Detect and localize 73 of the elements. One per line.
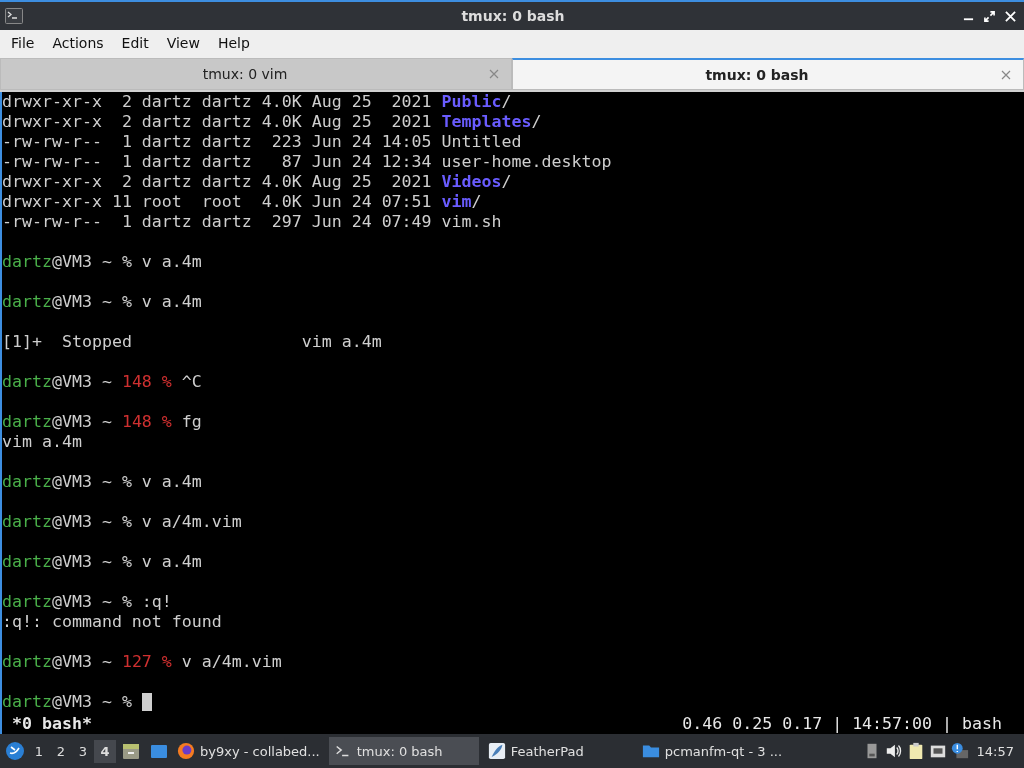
- menu-item[interactable]: Edit: [112, 35, 158, 51]
- terminal-text: @VM3 ~ % v a.4m: [51, 292, 202, 312]
- directory-name: vim: [441, 192, 472, 212]
- tab[interactable]: tmux: 0 vim: [0, 58, 512, 90]
- terminal-text: @VM3 ~: [51, 372, 113, 392]
- terminal-text: /: [501, 92, 512, 112]
- terminal-text: ^C: [180, 372, 202, 392]
- prompt-user: dartz: [2, 372, 52, 392]
- menu-item[interactable]: View: [157, 35, 209, 51]
- window-title: tmux: 0 bash: [460, 8, 566, 24]
- terminal-text: vim a.4m: [2, 432, 82, 452]
- prompt-user: dartz: [2, 652, 52, 672]
- exit-code: 127 %: [121, 652, 172, 672]
- menu-item[interactable]: Actions: [43, 35, 113, 51]
- directory-name: Templates: [441, 112, 532, 132]
- terminal-text: /: [501, 172, 512, 192]
- browser-icon: [177, 742, 195, 760]
- taskbar-button[interactable]: tmux: 0 bash: [328, 737, 479, 765]
- directory-name: Public: [441, 92, 502, 112]
- prompt-user: dartz: [2, 592, 52, 612]
- taskbar-button[interactable]: pcmanfm-qt - 3 ...: [636, 737, 788, 765]
- file-cabinet-icon[interactable]: [121, 741, 141, 761]
- terminal-icon: [5, 8, 23, 24]
- terminal-text: @VM3 ~: [51, 412, 113, 432]
- prompt-user: dartz: [2, 512, 52, 532]
- taskbar-button[interactable]: FeatherPad: [482, 737, 633, 765]
- feather-icon: [487, 742, 506, 760]
- tab[interactable]: tmux: 0 bash: [512, 58, 1024, 90]
- terminal-text: /: [531, 112, 542, 132]
- exit-code: 148 %: [121, 412, 172, 432]
- terminal-text: -rw-rw-r-- 1 dartz dartz 223 Jun 24 14:05 Untitled: [2, 132, 522, 152]
- terminal-text: @VM3 ~ % :q!: [51, 592, 172, 612]
- workspace-button[interactable]: 4: [94, 739, 116, 763]
- exit-code: 148 %: [121, 372, 172, 392]
- directory-name: Videos: [441, 172, 502, 192]
- terminal-text: drwxr-xr-x 2 dartz dartz 4.0K Aug 25 2021: [2, 112, 433, 132]
- terminal-text: -rw-rw-r-- 1 dartz dartz 87 Jun 24 12:34 user-home.desktop: [2, 152, 612, 172]
- start-menu-icon[interactable]: [5, 741, 25, 761]
- terminal-text: -rw-rw-r-- 1 dartz dartz 297 Jun 24 07:49 vim.sh: [2, 212, 502, 232]
- tmux-window: *0 bash*: [12, 714, 92, 734]
- prompt-user: dartz: [2, 292, 52, 312]
- notification-icon[interactable]: [950, 742, 969, 760]
- prompt-user: dartz: [2, 692, 52, 712]
- terminal-text: [1]+ Stopped vim a.4m: [2, 332, 382, 352]
- terminal-text: @VM3 ~ %: [51, 692, 133, 712]
- terminal-text: @VM3 ~ % v a.4m: [51, 252, 202, 272]
- terminal-text: /: [471, 192, 482, 212]
- workspace-button[interactable]: 1: [28, 739, 50, 763]
- taskbar-button[interactable]: by9xy - collabed...: [172, 737, 325, 765]
- menu-item[interactable]: File: [2, 35, 44, 51]
- terminal-text: fg: [180, 412, 202, 432]
- clock[interactable]: 14:57: [976, 743, 1014, 759]
- terminal-text: drwxr-xr-x 2 dartz dartz 4.0K Aug 25 2021: [2, 172, 433, 192]
- prompt-user: dartz: [2, 252, 52, 272]
- terminal-text: drwxr-xr-x 11 root root 4.0K Jun 24 07:51: [2, 192, 433, 212]
- maximize-icon[interactable]: [984, 10, 995, 22]
- tmux-status-info: 0.46 0.25 0.17 | 14:57:00 | bash: [682, 714, 1002, 734]
- terminal-text: @VM3 ~ % v a/4m.vim: [51, 512, 242, 532]
- terminal-text: drwxr-xr-x 2 dartz dartz 4.0K Aug 25 2021: [2, 92, 433, 112]
- prompt-user: dartz: [2, 472, 52, 492]
- terminal-text: @VM3 ~ % v a.4m: [51, 552, 202, 572]
- close-icon[interactable]: [1005, 10, 1016, 22]
- terminal-text: v a/4m.vim: [180, 652, 282, 672]
- menu-item[interactable]: Help: [208, 35, 259, 51]
- close-tab-icon[interactable]: [1001, 69, 1011, 80]
- workspace-button[interactable]: 2: [50, 739, 72, 763]
- workspace-button[interactable]: 3: [72, 739, 94, 763]
- terminal-text: :q!: command not found: [2, 612, 222, 632]
- prompt-user: dartz: [2, 552, 52, 572]
- terminal-text: @VM3 ~ % v a.4m: [51, 472, 202, 492]
- prompt-user: dartz: [2, 412, 52, 432]
- volume-icon[interactable]: [884, 742, 903, 760]
- terminal-text: @VM3 ~: [51, 652, 113, 672]
